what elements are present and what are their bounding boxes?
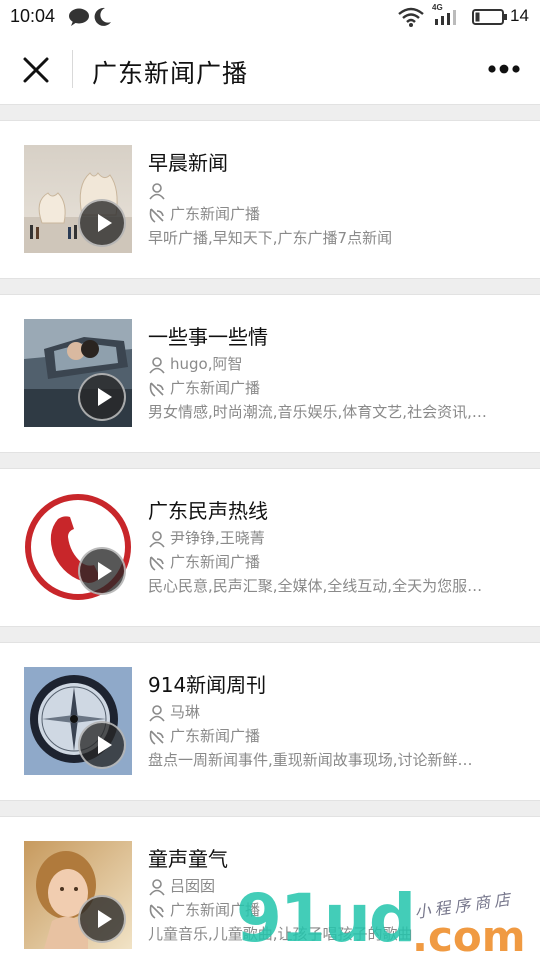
play-button-icon[interactable] — [78, 199, 126, 247]
program-hosts-text: 马琳 — [170, 703, 201, 721]
battery-icon — [472, 9, 507, 25]
broadcast-icon — [149, 208, 164, 223]
program-list: 早晨新闻 广东新闻广播 早听广播,早知天下,广东广播7点新闻 一些事一些情 hu… — [0, 104, 540, 960]
person-icon — [149, 357, 165, 374]
more-dots-icon[interactable] — [486, 58, 522, 80]
program-description: 民心民意,民声汇聚,全媒体,全线互动,全天为您服… — [148, 577, 483, 595]
broadcast-icon — [149, 556, 164, 571]
play-button-icon[interactable] — [78, 721, 126, 769]
signal-icon — [435, 10, 456, 25]
battery-level: 14 — [510, 6, 529, 25]
program-station-text: 广东新闻广播 — [170, 727, 261, 745]
chat-bubble-icon — [69, 8, 89, 26]
list-separator — [0, 452, 540, 469]
person-icon — [149, 705, 165, 722]
program-title: 早晨新闻 — [148, 151, 228, 175]
broadcast-icon — [149, 382, 164, 397]
program-title: 914新闻周刊 — [148, 673, 267, 697]
program-hosts-text: 吕囡囡 — [170, 877, 216, 895]
list-separator — [0, 626, 540, 643]
play-button-icon[interactable] — [78, 547, 126, 595]
close-icon[interactable] — [18, 52, 54, 88]
program-item[interactable]: 广东民声热线 尹铮铮,王晓菁 广东新闻广播 民心民意,民声汇聚,全媒体,全线互动… — [0, 469, 540, 626]
program-thumbnail — [24, 493, 132, 601]
program-thumbnail — [24, 145, 132, 253]
program-description: 男女情感,时尚潮流,音乐娱乐,体育文艺,社会资讯,… — [148, 403, 487, 421]
moon-icon — [94, 7, 111, 26]
program-station-text: 广东新闻广播 — [170, 379, 261, 397]
program-description: 儿童音乐,儿童歌曲,让孩子唱孩子的歌曲 — [148, 925, 413, 943]
status-bar: 10:04 4G 14 — [0, 0, 540, 34]
broadcast-icon — [149, 904, 164, 919]
program-item[interactable]: 一些事一些情 hugo,阿智 广东新闻广播 男女情感,时尚潮流,音乐娱乐,体育文… — [0, 295, 540, 452]
list-separator — [0, 800, 540, 817]
program-thumbnail — [24, 841, 132, 949]
list-separator — [0, 104, 540, 121]
program-station-text: 广东新闻广播 — [170, 901, 261, 919]
program-thumbnail — [24, 667, 132, 775]
program-thumbnail — [24, 319, 132, 427]
program-title: 一些事一些情 — [148, 325, 268, 349]
program-item[interactable]: 早晨新闻 广东新闻广播 早听广播,早知天下,广东广播7点新闻 — [0, 121, 540, 278]
person-icon — [149, 879, 165, 896]
play-button-icon[interactable] — [78, 895, 126, 943]
program-item[interactable]: 童声童气 吕囡囡 广东新闻广播 儿童音乐,儿童歌曲,让孩子唱孩子的歌曲 — [0, 817, 540, 960]
program-description: 盘点一周新闻事件,重现新闻故事现场,讨论新鲜… — [148, 751, 473, 769]
play-button-icon[interactable] — [78, 373, 126, 421]
program-hosts-text: 尹铮铮,王晓菁 — [170, 529, 265, 547]
program-title: 童声童气 — [148, 847, 228, 871]
wifi-icon — [398, 7, 424, 27]
program-description: 早听广播,早知天下,广东广播7点新闻 — [148, 229, 393, 247]
person-icon — [149, 531, 165, 548]
program-title: 广东民声热线 — [148, 499, 268, 523]
broadcast-icon — [149, 730, 164, 745]
list-separator — [0, 278, 540, 295]
status-time: 10:04 — [10, 6, 56, 26]
nav-divider — [72, 50, 73, 88]
navigation-bar: 广东新闻广播 — [0, 34, 540, 104]
program-station-text: 广东新闻广播 — [170, 205, 261, 223]
program-hosts-text: hugo,阿智 — [170, 355, 243, 373]
program-station-text: 广东新闻广播 — [170, 553, 261, 571]
program-item[interactable]: 914新闻周刊 马琳 广东新闻广播 盘点一周新闻事件,重现新闻故事现场,讨论新鲜… — [0, 643, 540, 800]
page-title: 广东新闻广播 — [92, 59, 249, 88]
person-icon — [149, 183, 165, 200]
